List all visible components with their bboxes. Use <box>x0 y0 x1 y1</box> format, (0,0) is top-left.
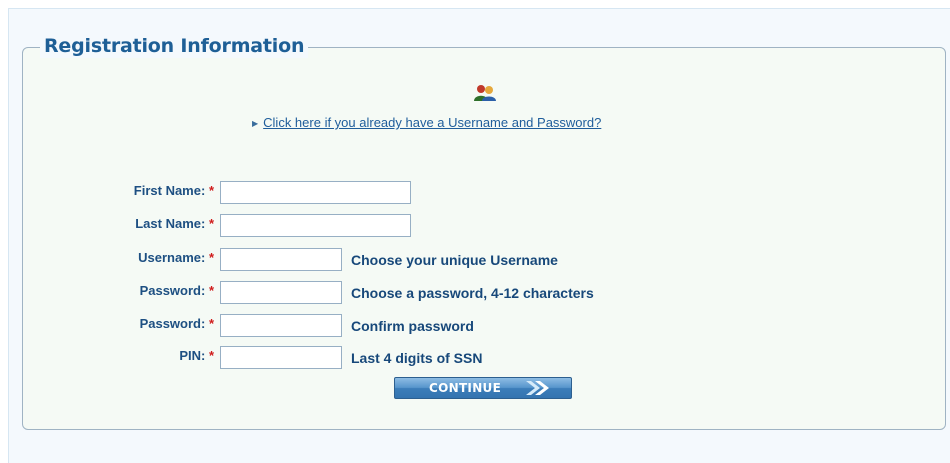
password-label: Password: * <box>139 283 214 298</box>
password-field[interactable] <box>220 281 342 304</box>
pin-field[interactable] <box>220 346 342 369</box>
registration-fieldset <box>22 47 946 430</box>
required-marker: * <box>208 216 214 231</box>
confirm-password-hint: Confirm password <box>351 318 474 334</box>
people-icon <box>474 85 496 101</box>
last-name-label: Last Name: * <box>135 216 214 231</box>
last-name-field[interactable] <box>220 214 411 237</box>
username-hint: Choose your unique Username <box>351 252 558 268</box>
required-marker: * <box>208 250 214 265</box>
arrow-right-icon: ▶ <box>252 119 259 128</box>
password-hint: Choose a password, 4-12 characters <box>351 285 594 301</box>
pin-label: PIN: * <box>179 348 214 363</box>
first-name-label: First Name: * <box>133 183 214 198</box>
continue-label: CONTINUE <box>429 381 502 395</box>
required-marker: * <box>208 316 214 331</box>
pin-hint: Last 4 digits of SSN <box>351 350 483 366</box>
required-marker: * <box>208 183 214 198</box>
section-title: Registration Information <box>40 34 309 58</box>
chevron-right-icon <box>526 381 549 395</box>
existing-account-link[interactable]: Click here if you already have a Usernam… <box>263 115 601 130</box>
confirm-password-field[interactable] <box>220 314 342 337</box>
login-link-row: ▶ Click here if you already have a Userna… <box>252 115 601 130</box>
required-marker: * <box>208 283 214 298</box>
confirm-password-label: Password: * <box>139 316 214 331</box>
first-name-field[interactable] <box>220 181 411 204</box>
continue-button[interactable]: CONTINUE <box>394 377 572 399</box>
username-label: Username: * <box>138 250 214 265</box>
required-marker: * <box>208 348 214 363</box>
username-field[interactable] <box>220 248 342 271</box>
